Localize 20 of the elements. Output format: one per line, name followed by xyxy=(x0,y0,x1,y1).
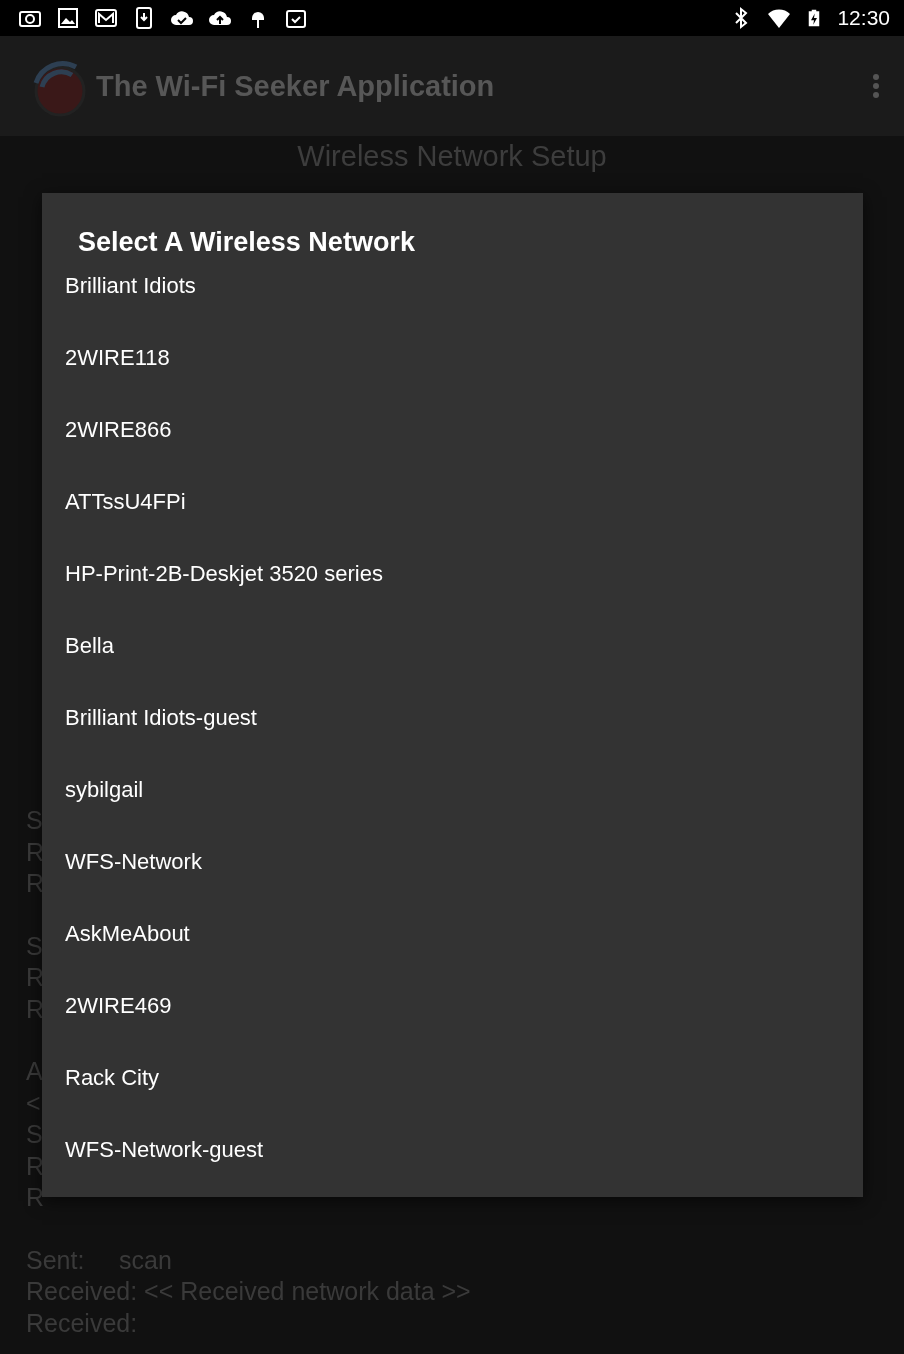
network-item[interactable]: Bella xyxy=(42,621,863,693)
network-item[interactable]: HP-Print-2B-Deskjet 3520 series xyxy=(42,549,863,621)
network-item[interactable]: 2WIRE469 xyxy=(42,981,863,1053)
network-item[interactable]: ATTssU4FPi xyxy=(42,477,863,549)
app-title: The Wi-Fi Seeker Application xyxy=(96,69,496,103)
network-item[interactable]: WFS-Network-guest xyxy=(42,1125,863,1197)
dialog-title: Select A Wireless Network xyxy=(77,226,416,259)
network-item[interactable]: Brilliant Idiots xyxy=(42,261,863,333)
network-item[interactable]: WFS-Network xyxy=(42,837,863,909)
overflow-menu-icon[interactable] xyxy=(872,73,880,99)
network-item[interactable]: 2WIRE866 xyxy=(42,405,863,477)
image-icon xyxy=(56,6,80,30)
network-item[interactable]: AskMeAbout xyxy=(42,909,863,981)
network-item[interactable]: Rack City xyxy=(42,1053,863,1125)
network-item[interactable]: Brilliant Idiots-guest xyxy=(42,693,863,765)
status-time: 12:30 xyxy=(837,6,890,30)
network-item[interactable]: sybilgail xyxy=(42,765,863,837)
mail-icon xyxy=(94,6,118,30)
network-item[interactable]: 2WIRE118 xyxy=(42,333,863,405)
log-line: < xyxy=(26,1087,41,1119)
